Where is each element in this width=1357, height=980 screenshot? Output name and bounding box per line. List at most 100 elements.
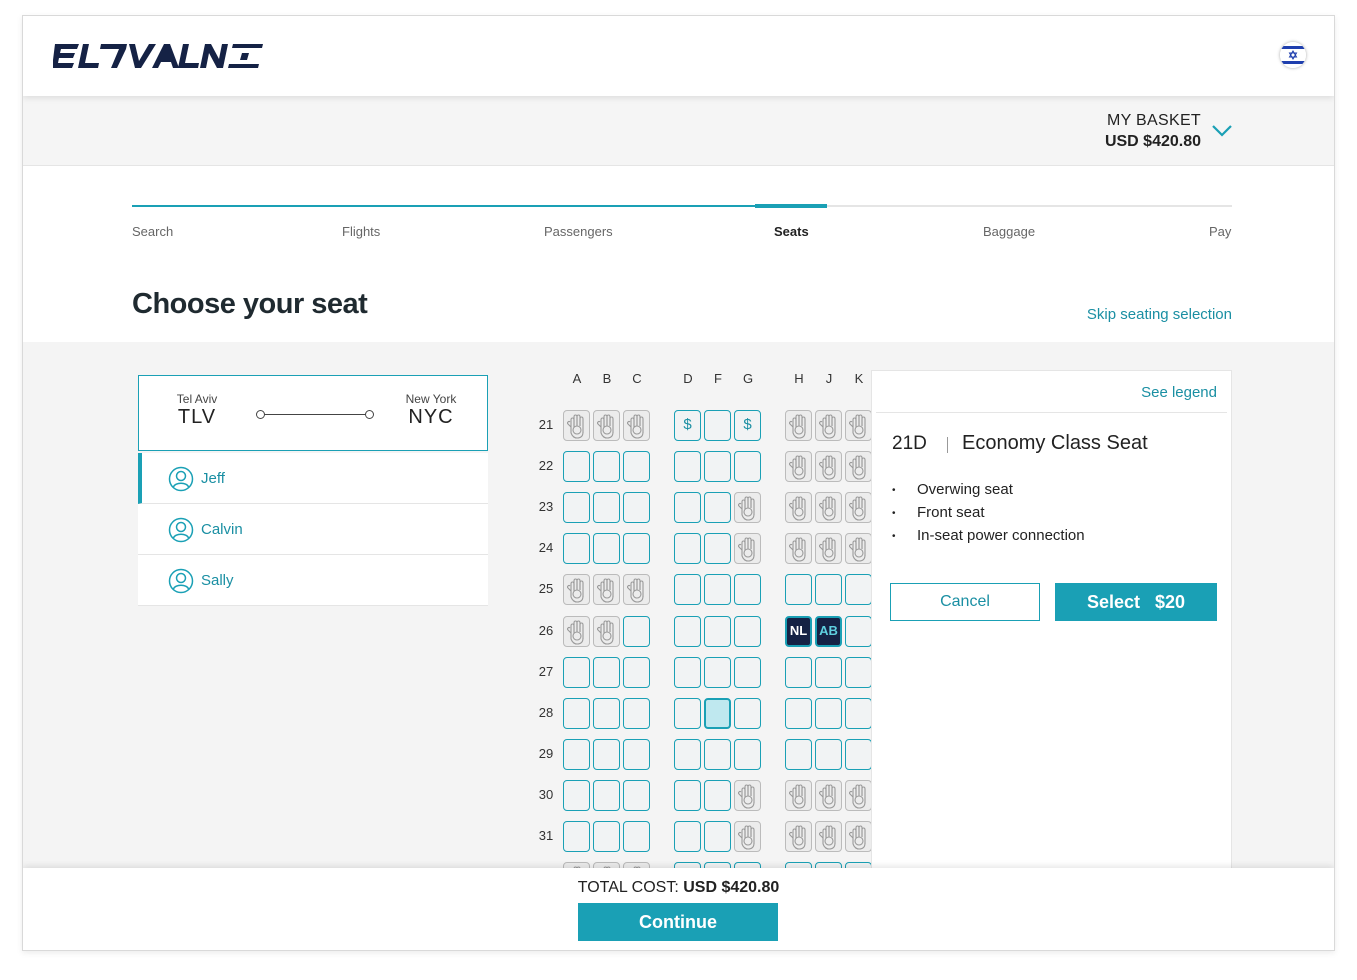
seat-available[interactable] [593,697,620,729]
selected-seat-id: 21D [892,433,927,454]
seat-available[interactable] [623,779,650,811]
seat-available[interactable] [845,574,872,606]
seat-available[interactable] [704,821,731,852]
seat-available[interactable] [563,451,590,483]
step-baggage[interactable]: Baggage [983,224,1035,239]
seat-available[interactable] [593,821,620,852]
seat-available[interactable] [734,451,761,483]
seat-unavailable [815,410,842,441]
seat-available[interactable] [704,615,731,647]
seat-available[interactable] [623,656,650,688]
continue-button[interactable]: Continue [578,903,778,941]
seat-available[interactable] [845,697,872,729]
step-search[interactable]: Search [132,224,173,239]
destination-city: New York [405,392,457,406]
seat-available[interactable] [563,738,590,770]
step-seats[interactable]: Seats [774,224,809,239]
seat-available[interactable] [785,656,812,688]
see-legend-link[interactable]: See legend [1141,384,1217,401]
seat-available[interactable] [563,656,590,688]
israel-flag-icon[interactable] [1280,42,1306,68]
seat-paid[interactable]: $ [674,410,701,441]
seat-paid[interactable]: $ [734,410,761,441]
seat-available[interactable] [704,779,731,811]
seat-available[interactable] [674,492,701,524]
seat-available[interactable] [815,656,842,688]
seat-available[interactable] [785,697,812,729]
step-passengers[interactable]: Passengers [544,224,613,239]
seat-available[interactable] [734,738,761,770]
seat-available[interactable] [845,738,872,770]
seat-available[interactable] [704,738,731,770]
seat-available[interactable] [623,697,650,729]
passenger-jeff[interactable]: Jeff [138,453,488,504]
step-pay[interactable]: Pay [1209,224,1231,239]
seat-column-header: K [854,371,864,386]
page-title: Choose your seat [132,288,368,320]
seat-available[interactable] [593,533,620,565]
site-header [23,16,1334,96]
seat-available[interactable] [674,656,701,688]
seat-available[interactable] [623,821,650,852]
seat-available[interactable] [815,574,842,606]
seat-row-number: 22 [538,458,554,474]
select-seat-button[interactable]: Select $20 [1055,583,1217,621]
seat-available[interactable] [734,656,761,688]
seat-available[interactable] [563,697,590,729]
elal-logo[interactable] [53,42,263,70]
seat-available[interactable] [704,533,731,565]
seat-assigned[interactable]: AB [815,615,842,647]
seat-available[interactable] [734,615,761,647]
seat-available[interactable] [623,738,650,770]
seat-available[interactable] [623,492,650,524]
seat-available[interactable] [845,656,872,688]
seat-available[interactable] [704,656,731,688]
seat-available[interactable] [674,821,701,852]
seat-available[interactable] [815,697,842,729]
seat-available[interactable] [704,492,731,524]
chevron-down-icon[interactable] [1211,124,1233,138]
seat-available[interactable] [563,779,590,811]
seat-available[interactable] [674,738,701,770]
seat-unavailable [815,779,842,811]
seat-available[interactable] [623,451,650,483]
seat-available[interactable] [674,451,701,483]
seat-available[interactable] [704,410,731,441]
step-flights[interactable]: Flights [342,224,380,239]
seat-available[interactable] [734,697,761,729]
seat-available[interactable] [593,656,620,688]
seat-available[interactable] [563,533,590,565]
seat-available[interactable] [674,697,701,729]
passenger-sally[interactable]: Sally [138,555,488,606]
seat-available[interactable] [563,821,590,852]
seat-available[interactable] [785,574,812,606]
seat-available[interactable] [704,451,731,483]
passenger-calvin[interactable]: Calvin [138,504,488,555]
cancel-button[interactable]: Cancel [890,583,1040,621]
skip-seating-link[interactable]: Skip seating selection [1087,306,1232,323]
passenger-name: Calvin [201,521,243,538]
seat-available[interactable] [563,492,590,524]
seat-unavailable [845,492,872,524]
seat-available[interactable] [674,615,701,647]
seat-row-number: 24 [538,540,554,556]
seat-available[interactable] [845,615,872,647]
seat-available[interactable] [674,533,701,565]
seat-available[interactable] [674,574,701,606]
my-basket[interactable]: MY BASKET USD $420.80 [1105,112,1201,151]
seat-available[interactable] [815,738,842,770]
seat-available[interactable] [593,492,620,524]
seat-available[interactable] [785,738,812,770]
seat-selected[interactable] [704,697,731,729]
seat-available[interactable] [674,779,701,811]
seat-available[interactable] [623,533,650,565]
seat-assigned[interactable]: NL [785,615,812,647]
seat-available[interactable] [734,574,761,606]
seat-available[interactable] [593,451,620,483]
seat-available[interactable] [593,738,620,770]
seat-available[interactable] [704,574,731,606]
progress-bar [132,204,1232,208]
seat-available[interactable] [623,615,650,647]
seat-available[interactable] [593,779,620,811]
user-icon [168,517,194,543]
